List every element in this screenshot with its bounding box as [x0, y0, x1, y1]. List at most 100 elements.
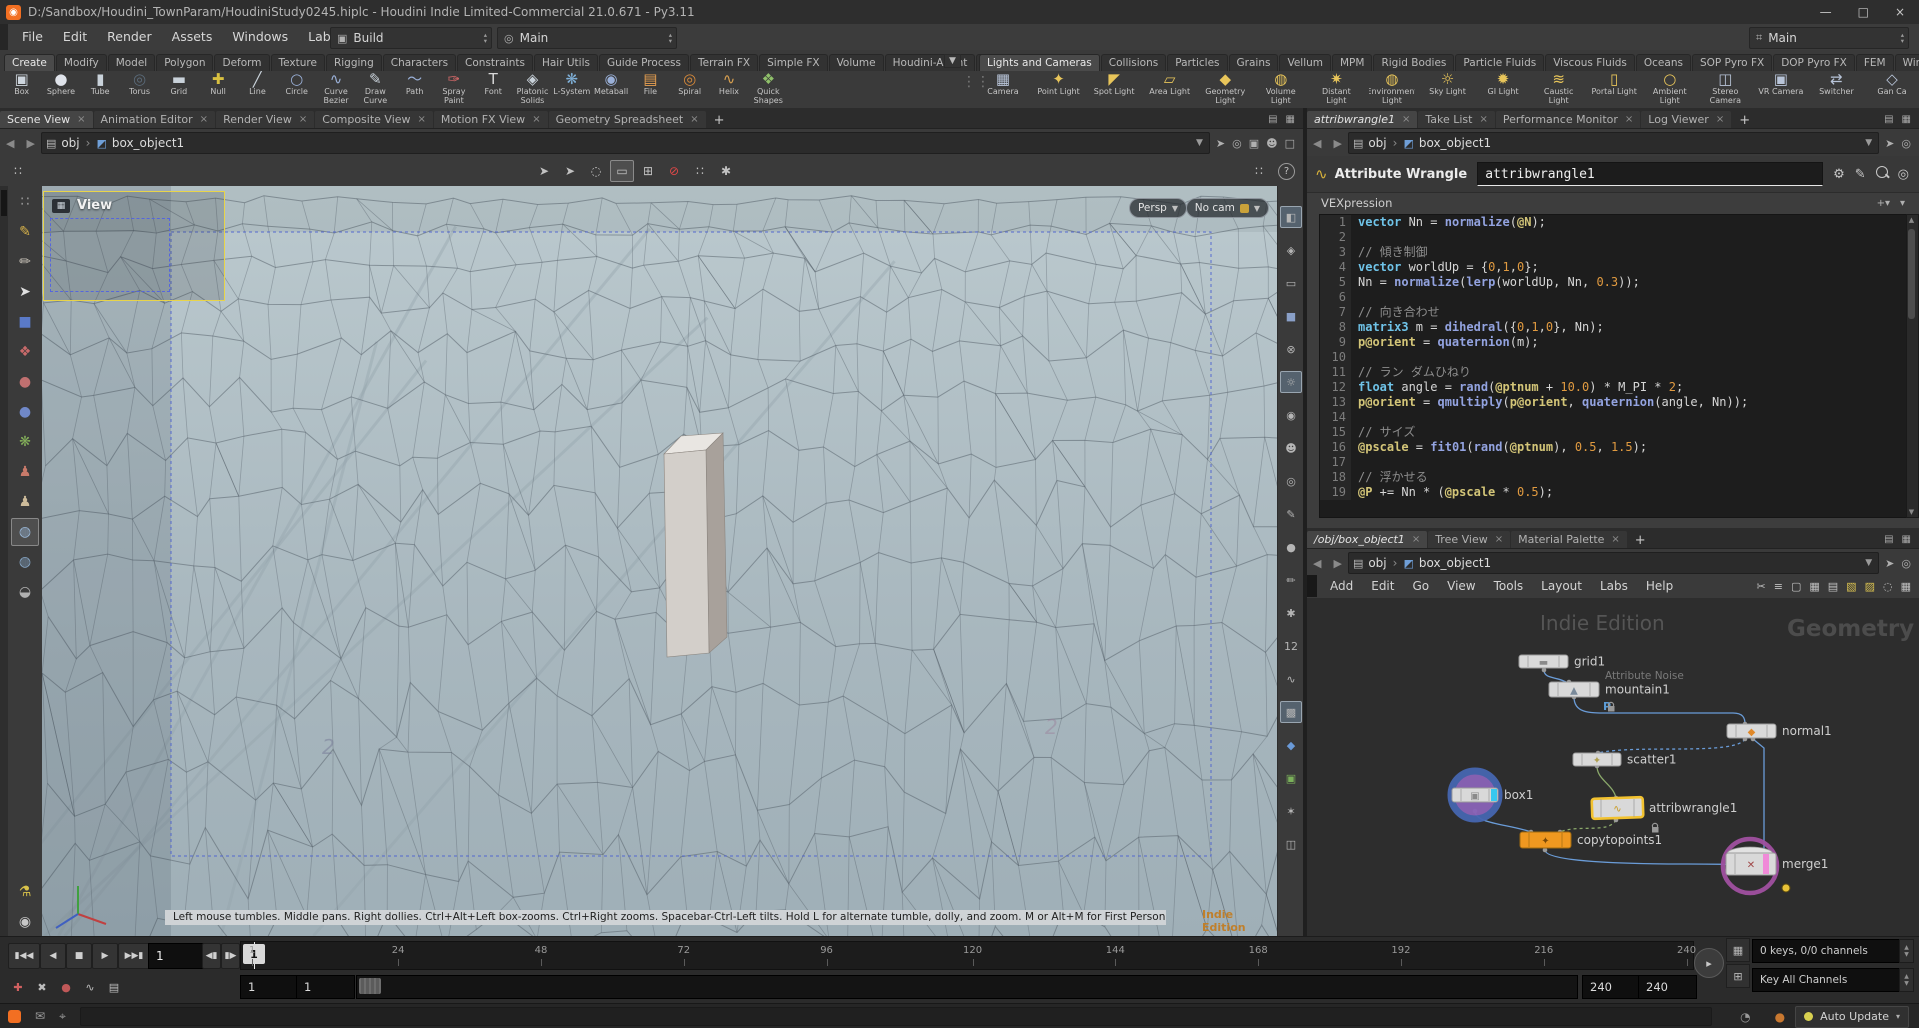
playbar-settings-button[interactable]: ⊞: [1726, 964, 1750, 988]
shelf-tab-collisions[interactable]: Collisions: [1100, 54, 1167, 71]
shelf-tool-null[interactable]: ✚ Null: [198, 71, 237, 108]
close-button[interactable]: ×: [1895, 5, 1905, 19]
shelf-tool-quick-shapes[interactable]: ❖ Quick Shapes: [749, 71, 788, 108]
shelf-tab-texture[interactable]: Texture: [270, 54, 325, 71]
terrain-globe-icon[interactable]: ◍: [11, 518, 39, 546]
shelf-tab-rigging[interactable]: Rigging: [325, 54, 382, 71]
net-menu-add[interactable]: Add: [1321, 579, 1362, 593]
close-tab-icon[interactable]: ×: [1495, 534, 1503, 545]
menu-assets[interactable]: Assets: [162, 24, 223, 50]
vex-editor[interactable]: 1 vector Nn = normalize(@N); 2 3 // 傾き制御 4 vec…: [1319, 214, 1909, 518]
spinner-icon[interactable]: ▴ ▾: [667, 32, 674, 45]
path-combo[interactable]: ▤ obj › ◩ box_object1 ▼: [1347, 132, 1880, 154]
global-start-field[interactable]: 1: [240, 975, 299, 999]
shelf-tab-grains[interactable]: Grains: [1228, 54, 1279, 71]
add-pane-tab-button[interactable]: +: [707, 113, 732, 128]
shelf-tab-characters[interactable]: Characters: [382, 54, 457, 71]
grid-select-icon[interactable]: ⊞: [636, 160, 660, 182]
notes-icon[interactable]: ▧: [1846, 580, 1856, 593]
curve-handle-icon[interactable]: ∿: [1280, 668, 1302, 690]
timeline-ruler[interactable]: 1 1 24 48 72 96 120 144 168 192 216 240: [240, 941, 1696, 970]
ruler-12-icon[interactable]: 12: [1280, 635, 1302, 657]
shelf-tab-constraints[interactable]: Constraints: [457, 54, 533, 71]
select-points-icon[interactable]: ∷: [688, 160, 712, 182]
shelf-tab-wires[interactable]: Wires: [1894, 54, 1919, 71]
box-geometry[interactable]: [663, 432, 728, 658]
shelf-tool-caustic-light[interactable]: ≋ Caustic Light: [1536, 71, 1582, 108]
shelf-tool-metaball[interactable]: ◉ Metaball: [591, 71, 630, 108]
update-mode-selector[interactable]: Auto Update ▾: [1795, 1005, 1909, 1028]
help-icon[interactable]: ?: [1278, 162, 1295, 180]
broom-icon[interactable]: ✱: [1280, 602, 1302, 624]
next-frame-button[interactable]: ▮▶: [221, 943, 240, 969]
spinner-icon[interactable]: ▴ ▾: [1899, 32, 1906, 45]
pin-icon[interactable]: ➤: [1885, 137, 1894, 150]
add-pane-tab-button[interactable]: +: [1732, 113, 1757, 128]
network-node-mountain1[interactable]: ▲ mountain1Attribute Noise: [1548, 670, 1684, 712]
shelf-tool-grid[interactable]: ▬ Grid: [159, 71, 198, 108]
shelf-tool-gi-light[interactable]: ✹ GI Light: [1480, 71, 1526, 108]
keys-spinner[interactable]: ▲ ▼: [1899, 939, 1914, 963]
character-red-icon[interactable]: ♟: [11, 458, 39, 486]
path-root[interactable]: obj: [61, 136, 79, 150]
pane-tab-performance-monitor[interactable]: Performance Monitor ×: [1495, 111, 1641, 128]
close-tab-icon[interactable]: ×: [532, 114, 540, 125]
shelf-tool-vr-camera[interactable]: ▣ VR Camera: [1758, 71, 1804, 108]
net-menu-tools[interactable]: Tools: [1485, 579, 1533, 593]
net-menu-help[interactable]: Help: [1637, 579, 1682, 593]
path-root[interactable]: obj: [1368, 556, 1386, 570]
network-node-attribwrangle1[interactable]: ∿ attribwrangle1: [1590, 795, 1738, 833]
shelf-tool-distant-light[interactable]: ✷ Distant Light: [1313, 71, 1359, 108]
red-sphere-icon[interactable]: ●: [11, 368, 39, 396]
projection-selector[interactable]: Persp ▼: [1128, 198, 1187, 218]
hide-other-objects-icon[interactable]: ◎: [1280, 470, 1302, 492]
spinner-icon[interactable]: ▴ ▾: [482, 32, 489, 45]
shelf-tool-spray-paint[interactable]: ✑ Spray Paint: [434, 71, 473, 108]
lasso-select-icon[interactable]: ◌: [584, 160, 608, 182]
desktop-switcher-combo[interactable]: ⌗ Main ▴ ▾: [1749, 27, 1909, 49]
faces-icon[interactable]: ☻: [1280, 437, 1302, 459]
green-frame-icon[interactable]: ▣: [1280, 767, 1302, 789]
radial-menu-icon[interactable]: ◎: [1901, 137, 1911, 150]
pane-tab-obj-box-object1[interactable]: /obj/box_object1 ×: [1307, 531, 1428, 548]
close-tab-icon[interactable]: ×: [1625, 114, 1633, 125]
paint-tool-icon[interactable]: ✎: [11, 218, 39, 246]
chevron-down-icon[interactable]: ▼: [1865, 558, 1874, 568]
shaded-view-icon[interactable]: ◧: [1280, 206, 1302, 228]
lock-icon[interactable]: ■: [11, 308, 39, 336]
network-node-box1[interactable]: ▣ box1: [1447, 767, 1533, 823]
point-marker-icon[interactable]: ●: [1280, 536, 1302, 558]
lights-off-icon[interactable]: ⊗: [1280, 338, 1302, 360]
shelf-tool-draw-curve[interactable]: ✎ Draw Curve: [356, 71, 395, 108]
close-tab-icon[interactable]: ×: [1412, 534, 1420, 545]
shelf-tool-spiral[interactable]: ◎ Spiral: [670, 71, 709, 108]
shelf-tool-switcher[interactable]: ⇄ Switcher: [1813, 71, 1859, 108]
shelf-tab-lights-and-cameras[interactable]: Lights and Cameras: [979, 54, 1100, 71]
pane-layout-icon[interactable]: ∷: [1247, 160, 1271, 182]
shelf-tool-portal-light[interactable]: ▯ Portal Light: [1591, 71, 1637, 108]
add-pane-tab-button[interactable]: +: [1628, 533, 1653, 548]
key-menu-spinner[interactable]: ▲ ▼: [1899, 968, 1914, 992]
stop-button[interactable]: ■: [66, 943, 92, 969]
back-icon[interactable]: ◀: [1307, 137, 1327, 150]
select-mode-icon[interactable]: ➤: [532, 160, 556, 182]
close-tab-icon[interactable]: ×: [1716, 114, 1724, 125]
ortho-view-icon[interactable]: ▭: [1280, 272, 1302, 294]
path-combo[interactable]: ▤ obj › ◩ box_object1 ▼: [1347, 552, 1880, 574]
pane-tab-composite-view[interactable]: Composite View ×: [315, 111, 433, 128]
pane-edge-grip[interactable]: [0, 186, 8, 936]
visualizer-diamond-icon[interactable]: ◆: [1280, 734, 1302, 756]
menu-edit[interactable]: Edit: [53, 24, 97, 50]
shelf-tool-torus[interactable]: ◎ Torus: [120, 71, 159, 108]
shelf-tab-mpm[interactable]: MPM: [1332, 54, 1373, 71]
shelf-tab-dop-pyro-fx[interactable]: DOP Pyro FX: [1773, 54, 1855, 71]
shelf-tool-box[interactable]: ▣ Box: [2, 71, 41, 108]
viewport[interactable]: 22 ▦ View Persp ▼ No cam ▼ Left mouse tumb…: [42, 186, 1277, 936]
shelf-tab-dropdown[interactable]: ▼: [944, 54, 961, 68]
back-icon[interactable]: ◀: [0, 137, 20, 150]
go-to-start-button[interactable]: ▮◀◀: [8, 943, 40, 969]
sculpt-tool-icon[interactable]: ✏: [11, 248, 39, 276]
character-pick-icon[interactable]: ☻: [1266, 137, 1277, 150]
key-all-channels-button[interactable]: Key All Channels: [1752, 968, 1907, 992]
high-quality-light-icon[interactable]: ◉: [1280, 404, 1302, 426]
